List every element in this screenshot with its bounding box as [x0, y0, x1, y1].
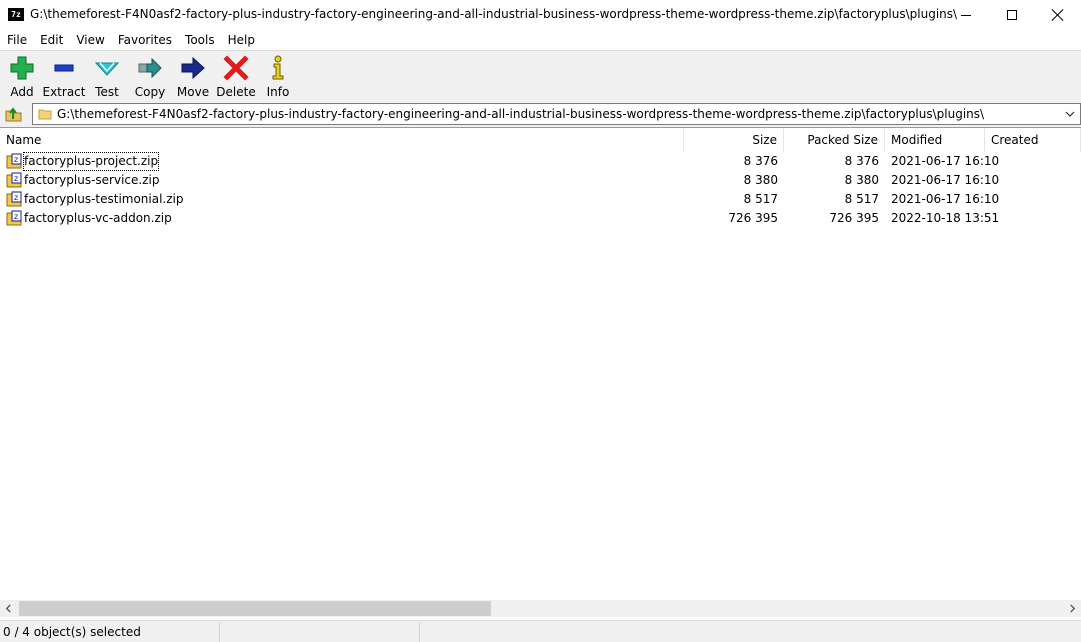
- file-name: factoryplus-project.zip: [23, 152, 160, 171]
- column-created[interactable]: Created: [985, 128, 1081, 152]
- status-segment-2: [220, 622, 420, 642]
- delete-label: Delete: [216, 85, 256, 99]
- scroll-right-button[interactable]: [1064, 600, 1081, 617]
- scrollbar-thumb[interactable]: [19, 601, 491, 616]
- status-bar: 0 / 4 object(s) selected: [0, 620, 1081, 642]
- path-input[interactable]: G:\themeforest-F4N0asf2-factory-plus-ind…: [32, 103, 1081, 125]
- table-row[interactable]: z factoryplus-vc-addon.zip 726 395 726 3…: [0, 209, 1081, 228]
- column-name[interactable]: Name: [0, 128, 684, 152]
- file-modified: 2021-06-17 16:10: [891, 154, 1000, 168]
- zip-file-icon: z: [6, 172, 22, 188]
- file-name: factoryplus-testimonial.zip: [24, 192, 184, 206]
- chevron-down-icon[interactable]: [1064, 108, 1076, 120]
- move-arrow-icon: [181, 56, 205, 80]
- menu-tools[interactable]: Tools: [178, 30, 221, 50]
- zip-file-icon: z: [6, 210, 22, 226]
- file-name: factoryplus-service.zip: [24, 173, 160, 187]
- minimize-button[interactable]: [943, 0, 989, 30]
- menu-file[interactable]: File: [0, 30, 33, 50]
- file-created: [985, 209, 1081, 228]
- svg-text:z: z: [14, 174, 18, 183]
- file-size: 8 517: [743, 192, 778, 206]
- toolbar: Add Extract Test Copy Move Delete Info: [0, 50, 1081, 100]
- close-icon: [1052, 9, 1064, 21]
- move-label: Move: [176, 85, 210, 99]
- plus-icon: [10, 56, 34, 80]
- svg-text:z: z: [14, 212, 18, 221]
- file-packed-size: 8 380: [844, 173, 879, 187]
- status-segment-3: [420, 622, 1081, 642]
- status-selection: 0 / 4 object(s) selected: [0, 622, 220, 642]
- chevron-left-icon: [5, 604, 11, 613]
- file-created: [985, 152, 1081, 171]
- checkmark-icon: [94, 62, 120, 76]
- extract-button[interactable]: Extract: [42, 55, 86, 99]
- file-packed-size: 8 517: [844, 192, 879, 206]
- title-bar: 7z G:\themeforest-F4N0asf2-factory-plus-…: [0, 0, 1081, 30]
- maximize-button[interactable]: [989, 0, 1035, 30]
- app-icon: 7z: [8, 8, 24, 21]
- move-button[interactable]: Move: [171, 55, 215, 99]
- horizontal-scrollbar[interactable]: [0, 600, 1081, 617]
- add-label: Add: [10, 85, 34, 99]
- menu-favorites[interactable]: Favorites: [111, 30, 178, 50]
- address-bar: G:\themeforest-F4N0asf2-factory-plus-ind…: [0, 100, 1081, 127]
- file-name: factoryplus-vc-addon.zip: [24, 211, 172, 225]
- table-row[interactable]: z factoryplus-service.zip 8 380 8 380 20…: [0, 171, 1081, 190]
- copy-button[interactable]: Copy: [128, 55, 172, 99]
- menu-bar: File Edit View Favorites Tools Help: [0, 30, 1081, 50]
- menu-edit[interactable]: Edit: [33, 30, 69, 50]
- column-size[interactable]: Size: [684, 128, 784, 152]
- copy-arrow-icon: [138, 57, 162, 79]
- file-list[interactable]: Name Size Packed Size Modified Created z…: [0, 127, 1081, 600]
- table-row[interactable]: z factoryplus-testimonial.zip 8 517 8 51…: [0, 190, 1081, 209]
- svg-text:z: z: [14, 193, 18, 202]
- column-modified[interactable]: Modified: [885, 128, 985, 152]
- maximize-icon: [1007, 10, 1017, 20]
- folder-up-icon: [5, 107, 22, 122]
- minimize-icon: [961, 14, 971, 16]
- path-text: G:\themeforest-F4N0asf2-factory-plus-ind…: [57, 107, 985, 121]
- menu-help[interactable]: Help: [221, 30, 261, 50]
- minus-icon: [54, 64, 74, 72]
- file-modified: 2021-06-17 16:10: [891, 192, 1000, 206]
- svg-text:z: z: [14, 155, 18, 164]
- close-button[interactable]: [1035, 0, 1081, 30]
- test-label: Test: [95, 85, 119, 99]
- delete-button[interactable]: Delete: [214, 55, 258, 99]
- add-button[interactable]: Add: [0, 55, 44, 99]
- folder-icon: [38, 109, 52, 120]
- chevron-right-icon: [1070, 604, 1076, 613]
- window-title: G:\themeforest-F4N0asf2-factory-plus-ind…: [30, 7, 958, 21]
- zip-file-icon: z: [6, 153, 22, 169]
- copy-label: Copy: [134, 85, 166, 99]
- file-packed-size: 726 395: [829, 211, 879, 225]
- up-folder-button[interactable]: [4, 104, 24, 124]
- table-row[interactable]: z factoryplus-project.zip 8 376 8 376 20…: [0, 152, 1081, 171]
- info-label: Info: [266, 85, 290, 99]
- info-button[interactable]: Info: [256, 55, 300, 99]
- file-size: 8 380: [743, 173, 778, 187]
- file-packed-size: 8 376: [844, 154, 879, 168]
- scroll-left-button[interactable]: [0, 600, 17, 617]
- file-created: [985, 171, 1081, 190]
- file-modified: 2021-06-17 16:10: [891, 173, 1000, 187]
- column-header: Name Size Packed Size Modified Created: [0, 128, 1081, 152]
- file-size: 8 376: [743, 154, 778, 168]
- test-button[interactable]: Test: [85, 55, 129, 99]
- zip-file-icon: z: [6, 191, 22, 207]
- info-icon: [272, 55, 284, 80]
- extract-label: Extract: [42, 85, 86, 99]
- file-created: [985, 190, 1081, 209]
- file-size: 726 395: [728, 211, 778, 225]
- menu-view[interactable]: View: [69, 30, 110, 50]
- column-packed-size[interactable]: Packed Size: [784, 128, 885, 152]
- file-modified: 2022-10-18 13:51: [891, 211, 1000, 225]
- delete-x-icon: [223, 55, 249, 81]
